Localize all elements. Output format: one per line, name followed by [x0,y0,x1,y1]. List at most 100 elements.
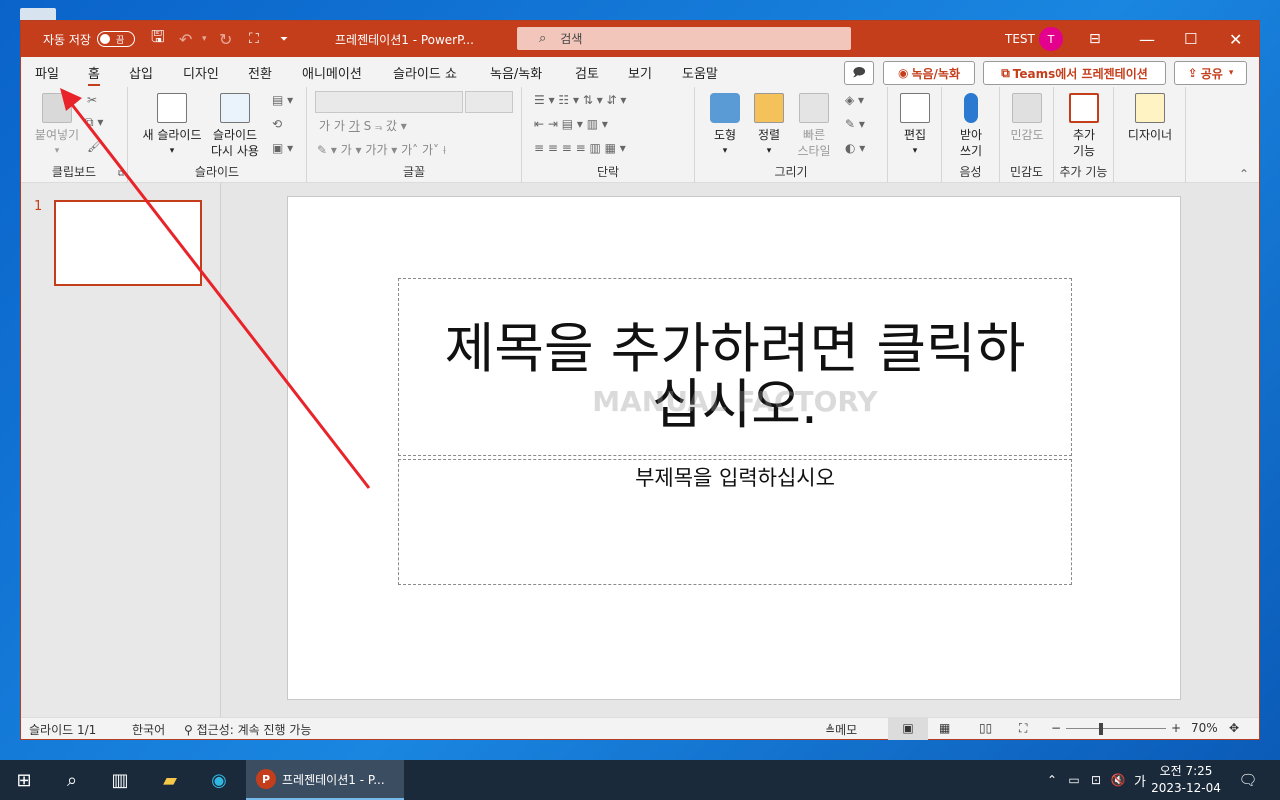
powerpoint-icon: P [256,769,276,789]
tab-home[interactable]: 홈 [88,63,100,86]
font-size-combo[interactable] [465,91,513,113]
share-icon: ⇪ [1187,66,1198,80]
editor-area: 1 제목을 추가하려면 클릭하 십시오. MANUAL FACTORY 부제목을… [21,183,1259,717]
clock[interactable]: 오전 7:25 2023-12-04 [1150,763,1222,797]
taskbar-powerpoint[interactable]: P 프레젠테이션1 - P... [246,760,404,800]
group-paragraph: ☰ ▾ ☷ ▾ ⇅ ▾ ⇵ ▾ ⇤ ⇥ ▤ ▾ ▥ ▾ ≡ ≡ ≡ ≡ ▥ ▦ … [522,87,695,183]
zoom-in-icon[interactable]: + [1171,721,1181,735]
reuse-slides-button[interactable]: 슬라이드 다시 사용 [204,93,266,159]
user-name[interactable]: TEST [1005,21,1035,57]
shape-effects-icon[interactable]: ◐ ▾ [845,141,865,155]
format-painter-icon[interactable]: 🖌 [87,139,102,153]
tab-slideshow[interactable]: 슬라이드 쇼 [393,63,457,82]
share-button[interactable]: ⇪ 공유 ▾ [1174,61,1247,85]
maximize-button[interactable]: ☐ [1184,21,1197,57]
clipboard-launcher-icon[interactable]: ⧉ [118,169,124,179]
reading-view-icon[interactable]: ▯▯ [979,721,992,735]
autosave-label: 자동 저장 [43,32,91,47]
shape-fill-icon[interactable]: ◈ ▾ [845,93,864,107]
customize-qat-icon[interactable]: ⏷ [280,21,288,57]
tab-record[interactable]: 녹음/녹화 [490,63,542,82]
font-color-icon[interactable]: ✎ ▾ 가 ▾ 가가 ▾ 가˄ 가˅ ⟊ [317,141,446,158]
sensitivity-button[interactable]: 민감도 [1004,93,1050,143]
close-button[interactable]: ✕ [1229,21,1242,57]
accessibility-status[interactable]: ⚲ 접근성: 계속 진행 가능 [184,721,311,738]
section-icon[interactable]: ▣ ▾ [272,141,293,155]
slideshow-view-icon[interactable]: ⛶ [1019,721,1027,736]
tab-design[interactable]: 디자인 [183,63,219,82]
bullets-icon[interactable]: ☰ ▾ ☷ ▾ ⇅ ▾ ⇵ ▾ [534,93,626,107]
subtitle-placeholder[interactable]: 부제목을 입력하십시오 [398,459,1072,585]
font-name-combo[interactable] [315,91,463,113]
search-icon[interactable]: ⌕ [50,760,94,800]
undo-dropdown-icon[interactable]: ▾ [202,21,207,57]
layout-icon[interactable]: ▤ ▾ [272,93,293,107]
reuse-slides-icon [220,93,250,123]
reset-icon[interactable]: ⟲ [272,117,282,131]
teams-icon: ⧉ [1001,65,1010,80]
tab-help[interactable]: 도움말 [682,63,718,82]
dictate-button[interactable]: 받아 쓰기 [948,93,994,159]
designer-button[interactable]: 디자이너 [1120,93,1180,143]
chevron-down-icon: ▾ [1228,68,1234,78]
tab-insert[interactable]: 삽입 [129,63,153,82]
arrange-button[interactable]: 정렬 ▾ [747,93,791,159]
ribbon-display-icon[interactable]: ⊟ [1089,21,1101,57]
autosave-control[interactable]: 자동 저장 끔 [43,21,135,57]
zoom-slider[interactable] [1066,728,1166,729]
new-slide-button[interactable]: 새 슬라이드 ▾ [136,93,208,159]
present-in-teams-button[interactable]: ⧉ Teams에서 프레젠테이션 [983,61,1166,85]
notification-icon[interactable]: 🗨 [1226,760,1270,800]
zoom-slider-thumb[interactable] [1099,723,1103,735]
editing-button[interactable]: 편집 ▾ [894,93,936,159]
notes-button[interactable]: ≜메모 [825,721,857,738]
fit-to-window-icon[interactable]: ✥ [1229,721,1239,735]
group-label-font: 글꼴 [402,165,426,179]
search-icon: ⌕ [539,31,547,46]
shape-outline-icon[interactable]: ✎ ▾ [845,117,865,131]
language[interactable]: 한국어 [132,721,165,738]
autosave-toggle[interactable]: 끔 [96,31,135,47]
zoom-level[interactable]: 70% [1191,721,1218,735]
copy-icon[interactable]: ⧉ ▾ [85,115,103,130]
collapse-ribbon-icon[interactable]: ⌃ [1239,167,1249,181]
slide-sorter-icon[interactable]: ▦ [939,721,950,735]
minimize-button[interactable]: — [1139,21,1155,57]
tab-transitions[interactable]: 전환 [248,63,272,82]
edge-icon[interactable]: ◉ [197,760,241,800]
indent-icon[interactable]: ⇤ ⇥ ▤ ▾ ▥ ▾ [534,117,608,131]
quick-styles-button[interactable]: 빠른 스타일 [789,93,839,159]
paste-button[interactable]: 붙여넣기 ▾ [29,93,85,159]
align-icon[interactable]: ≡ ≡ ≡ ≡ ▥ ▦ ▾ [534,141,626,155]
task-view-icon[interactable]: ▥ [98,760,142,800]
save-icon[interactable]: 🖫 [151,21,165,57]
slide-thumbnail-pane: 1 [21,183,221,717]
slide-thumbnail[interactable] [54,200,202,286]
search-box[interactable]: ⌕ 검색 [517,27,851,50]
slide-canvas[interactable]: 제목을 추가하려면 클릭하 십시오. MANUAL FACTORY 부제목을 입… [287,196,1181,700]
tab-animations[interactable]: 애니메이션 [302,63,362,82]
tab-view[interactable]: 보기 [628,63,652,82]
comments-button[interactable]: 🗩 [844,61,874,85]
bold-icon[interactable]: 가 가 가 S ⫬ 갔 ▾ [319,117,407,134]
present-from-start-icon[interactable]: ⛶ [249,21,259,57]
group-clipboard: 붙여넣기 ▾ ✂ ⧉ ▾ 🖌 클립보드 ⧉ [21,87,128,183]
user-avatar[interactable]: T [1039,21,1063,57]
zoom-out-icon[interactable]: − [1051,721,1061,735]
windows-start-icon[interactable]: ⊞ [2,760,46,800]
normal-view-icon[interactable]: ▣ [888,718,928,740]
cut-icon[interactable]: ✂ [87,93,97,107]
title-placeholder[interactable]: 제목을 추가하려면 클릭하 십시오. MANUAL FACTORY [398,278,1072,456]
addins-button[interactable]: 추가 기능 [1060,93,1108,159]
undo-icon[interactable]: ↶ [179,21,192,57]
sensitivity-icon [1012,93,1042,123]
taskbar: ⊞ ⌕ ▥ ▰ ◉ P 프레젠테이션1 - P... ⌃ ▭ ⊡ 🔇 가 오전 … [0,760,1280,800]
tab-file[interactable]: 파일 [35,63,59,82]
file-explorer-icon[interactable]: ▰ [148,760,192,800]
record-button[interactable]: ◉ 녹음/녹화 [883,61,975,85]
find-icon [900,93,930,123]
tab-review[interactable]: 검토 [575,63,599,82]
redo-icon[interactable]: ↻ [219,21,232,57]
shapes-button[interactable]: 도형 ▾ [703,93,747,159]
slide-count[interactable]: 슬라이드 1/1 [29,721,96,738]
